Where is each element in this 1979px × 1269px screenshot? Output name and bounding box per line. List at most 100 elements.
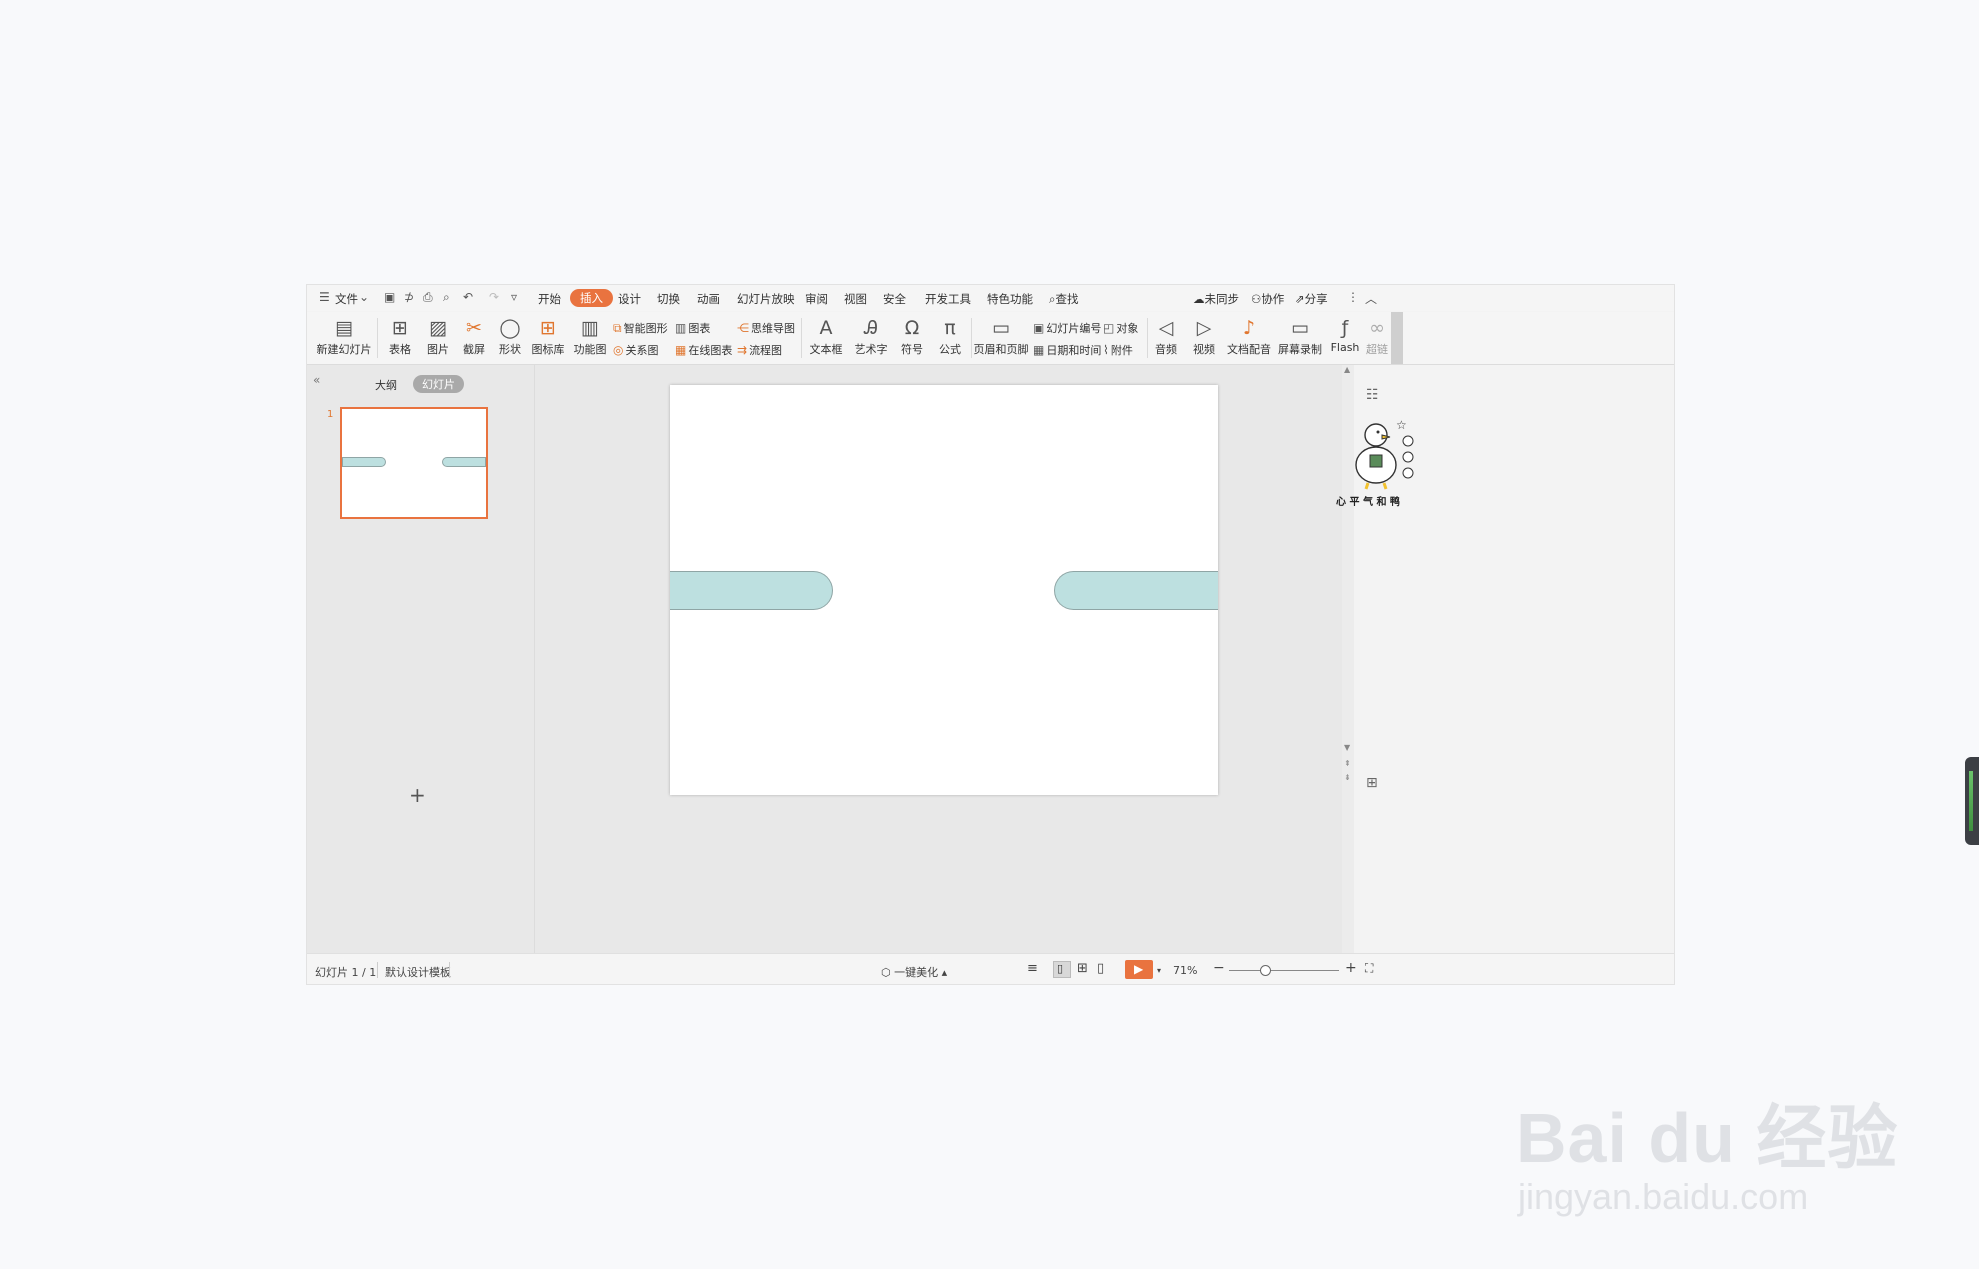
shapes-button[interactable]: ◯ 形状 — [493, 312, 527, 357]
smart-art-button[interactable]: ⧉ 智能图形 — [613, 320, 668, 336]
screen-record-button[interactable]: ▭ 屏幕录制 — [1275, 312, 1325, 357]
smart-art-icon: ⧉ — [613, 321, 622, 335]
calendar-icon: ▦ — [1033, 343, 1045, 357]
tab-special-features[interactable]: 特色功能 — [987, 291, 1033, 307]
tab-insert[interactable]: 插入 — [570, 289, 613, 307]
sync-status[interactable]: ☁未同步 — [1193, 291, 1239, 307]
link-icon: ∞ — [1369, 317, 1385, 339]
play-slideshow-button[interactable]: ▶ — [1125, 960, 1153, 979]
tab-slideshow[interactable]: 幻灯片放映 — [737, 291, 795, 307]
online-chart-button[interactable]: ▦ 在线图表 — [675, 342, 732, 358]
new-slide-icon: ▤ — [335, 317, 353, 339]
scissors-icon: ✂ — [466, 317, 482, 339]
zoom-slider-track[interactable] — [1229, 970, 1339, 971]
slide-number-button[interactable]: ▣ 幻灯片编号 — [1033, 320, 1101, 336]
video-button[interactable]: ▷ 视频 — [1185, 312, 1223, 357]
hyperlink-button[interactable]: ∞ 超链 — [1365, 312, 1389, 357]
collapse-ribbon-icon[interactable]: ︿ — [1365, 290, 1377, 307]
grid-view-icon[interactable]: ⊞ — [1366, 775, 1378, 791]
scroll-up-icon[interactable]: ▲ — [1344, 365, 1350, 374]
tab-view[interactable]: 视图 — [844, 291, 867, 307]
notes-icon[interactable]: ≡ — [1027, 961, 1038, 976]
zoom-out-icon[interactable]: − — [1213, 960, 1225, 976]
textbox-button[interactable]: A 文本框 — [803, 312, 849, 357]
slide[interactable] — [670, 385, 1218, 795]
play-options-chevron-icon[interactable]: ▾ — [1157, 966, 1161, 975]
side-widget[interactable] — [1965, 757, 1979, 845]
zoom-level[interactable]: 71% — [1173, 964, 1197, 977]
tab-transition[interactable]: 切换 — [657, 291, 680, 307]
doc-dub-button[interactable]: ♪ 文档配音 — [1225, 312, 1273, 357]
slides-panel: « 大纲 幻灯片 1 + — [307, 365, 535, 953]
wordart-button[interactable]: Ꭿ 艺术字 — [849, 312, 893, 357]
flowchart-button[interactable]: ⇉ 流程图 — [737, 342, 782, 358]
tab-security[interactable]: 安全 — [883, 291, 906, 307]
format-painter-icon[interactable]: ⊅ — [404, 290, 414, 304]
properties-icon[interactable]: ☷ — [1366, 387, 1379, 403]
rounded-rectangle-right[interactable] — [1054, 571, 1218, 610]
undo-icon[interactable]: ↶ — [463, 290, 473, 304]
new-slide-button[interactable]: ▤ 新建幻灯片 — [315, 312, 373, 357]
divider — [1147, 318, 1148, 358]
tab-design[interactable]: 设计 — [618, 291, 641, 307]
print-preview-icon[interactable]: ⌕ — [443, 290, 450, 305]
attachment-button[interactable]: ⌇ 附件 — [1103, 342, 1133, 358]
slide-sorter-icon[interactable]: ⊞ — [1077, 961, 1088, 976]
hamburger-menu-icon[interactable]: ☰ — [319, 290, 330, 304]
formula-button[interactable]: π 公式 — [931, 312, 969, 357]
print-icon[interactable]: ⎙ — [423, 290, 433, 305]
prev-slide-icon[interactable]: ⇞ — [1344, 759, 1351, 768]
customize-toolbar-icon[interactable]: ▿ — [511, 290, 517, 304]
more-options-icon[interactable]: ⋮ — [1347, 290, 1359, 304]
screenshot-button[interactable]: ✂ 截屏 — [457, 312, 491, 357]
relation-chart-button[interactable]: ◎ 关系图 — [613, 342, 658, 358]
fit-window-icon[interactable]: ⛶ — [1365, 961, 1373, 976]
save-icon[interactable]: ▣ — [384, 290, 395, 304]
symbol-button[interactable]: Ω 符号 — [893, 312, 931, 357]
tab-developer[interactable]: 开发工具 — [925, 291, 971, 307]
redo-icon[interactable]: ↷ — [489, 290, 499, 304]
beautify-button[interactable]: ⬡ 一键美化 ▴ — [881, 964, 947, 980]
tab-start[interactable]: 开始 — [538, 291, 561, 307]
date-time-button[interactable]: ▦ 日期和时间 — [1033, 342, 1101, 358]
tab-slides[interactable]: 幻灯片 — [413, 375, 464, 393]
rounded-rectangle-left[interactable] — [670, 571, 833, 610]
next-slide-icon[interactable]: ⇟ — [1344, 773, 1351, 782]
file-menu[interactable]: 文件 — [335, 291, 358, 307]
normal-view-button[interactable]: ▯ — [1053, 961, 1071, 978]
zoom-in-icon[interactable]: + — [1345, 960, 1357, 976]
tab-review[interactable]: 审阅 — [805, 291, 828, 307]
omega-icon: Ω — [904, 317, 920, 339]
menu-tab-bar: ☰ 文件 ⌄ ▣ ⊅ ⎙ ⌕ ↶ ↷ ▿ 开始 插入 设计 切换 动画 幻灯片放… — [307, 285, 1674, 311]
header-footer-button[interactable]: ▭ 页眉和页脚 — [973, 312, 1029, 357]
flash-button[interactable]: ƒ Flash — [1327, 312, 1363, 354]
function-chart-button[interactable]: ▥ 功能图 — [569, 312, 611, 357]
mascot-caption: 心 平 气 和 鸭 — [1336, 497, 1400, 508]
scroll-down-icon[interactable]: ▼ — [1344, 743, 1350, 752]
slide-thumbnail[interactable] — [340, 407, 488, 519]
tab-animation[interactable]: 动画 — [697, 291, 720, 307]
table-button[interactable]: ⊞ 表格 — [383, 312, 417, 357]
file-menu-chevron-icon[interactable]: ⌄ — [359, 290, 369, 304]
reading-view-icon[interactable]: ▯ — [1097, 961, 1104, 976]
add-slide-icon[interactable]: + — [409, 783, 426, 807]
object-button[interactable]: ◰ 对象 — [1103, 320, 1138, 336]
slide-count: 幻灯片 1 / 1 — [315, 966, 377, 979]
duck-illustration: ☆ — [1355, 418, 1414, 490]
template-name[interactable]: 默认设计模板 — [385, 964, 451, 980]
flash-icon: ƒ — [1341, 317, 1349, 339]
tab-outline[interactable]: 大纲 — [375, 377, 397, 393]
search-button[interactable]: ⌕查找 — [1049, 291, 1078, 307]
beautify-icon: ⬡ — [881, 966, 895, 979]
audio-button[interactable]: ◁ 音频 — [1149, 312, 1183, 357]
collapse-panel-icon[interactable]: « — [313, 373, 320, 387]
icon-library-button[interactable]: ⊞ 图标库 — [529, 312, 567, 357]
zoom-slider-thumb[interactable] — [1260, 965, 1271, 976]
chart-button[interactable]: ▥ 图表 — [675, 320, 710, 336]
ribbon-scroll-right[interactable] — [1391, 312, 1403, 364]
mindmap-button[interactable]: ⋲ 思维导图 — [737, 320, 795, 336]
picture-button[interactable]: ▨ 图片 — [421, 312, 455, 357]
collaborate-button[interactable]: ⚇协作 — [1251, 291, 1284, 307]
status-bar: 幻灯片 1 / 1 默认设计模板 ⬡ 一键美化 ▴ ≡ ▯ ⊞ ▯ ▶ ▾ 71… — [307, 953, 1674, 984]
share-button[interactable]: ⇗分享 — [1295, 291, 1328, 307]
